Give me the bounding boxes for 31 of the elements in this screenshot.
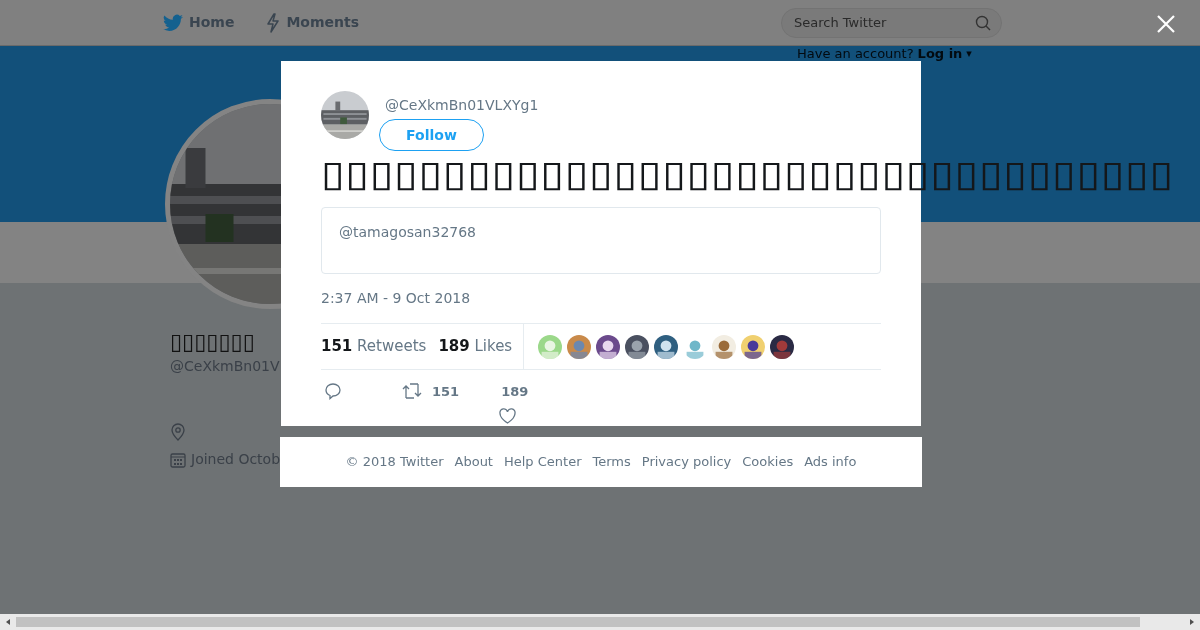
footer-link[interactable]: About xyxy=(454,452,493,472)
footer-link[interactable]: Terms xyxy=(592,452,631,472)
nav-link[interactable]: Moments xyxy=(266,12,360,33)
horizontal-scrollbar[interactable] xyxy=(0,614,1200,630)
quoted-tweet[interactable]: @tamagosan32768 xyxy=(321,207,881,274)
location-icon xyxy=(170,423,186,441)
bird-icon xyxy=(163,13,183,32)
retweet-stat[interactable]: 151 Retweets xyxy=(321,335,427,358)
like-stat[interactable]: 189 Likes xyxy=(438,335,513,358)
nav-link[interactable]: Home xyxy=(163,12,235,33)
footer-link[interactable]: © 2018 Twitter xyxy=(345,452,444,472)
search-field[interactable]: Search Twitter xyxy=(781,7,1002,38)
caret-icon: ▾ xyxy=(966,45,972,62)
heart-icon[interactable] xyxy=(499,407,517,424)
quoted-handle: @tamagosan32768 xyxy=(339,224,477,240)
footer-link[interactable]: Cookies xyxy=(742,452,794,472)
tweet-timestamp: 2:37 AM - 9 Oct 2018 xyxy=(321,289,472,308)
like-count: 189 xyxy=(501,383,529,401)
retweet-icon[interactable] xyxy=(402,382,422,400)
account-prompt: Have an account? xyxy=(797,45,914,63)
retweet-count: 151 xyxy=(432,383,460,401)
lightning-icon xyxy=(266,12,281,33)
close-button[interactable] xyxy=(1156,14,1176,34)
footer-link[interactable]: Privacy policy xyxy=(641,452,732,472)
search-icon xyxy=(975,14,991,31)
profile-name: ▯▯▯▯▯▯▯ xyxy=(170,328,255,356)
calendar-icon xyxy=(170,451,186,468)
author-handle: @CeXkmBn01VLXYg1 xyxy=(385,96,539,115)
footer-link[interactable]: Ads info xyxy=(804,452,857,472)
reply-icon[interactable] xyxy=(324,382,342,400)
footer-link[interactable]: Help Center xyxy=(503,452,582,472)
